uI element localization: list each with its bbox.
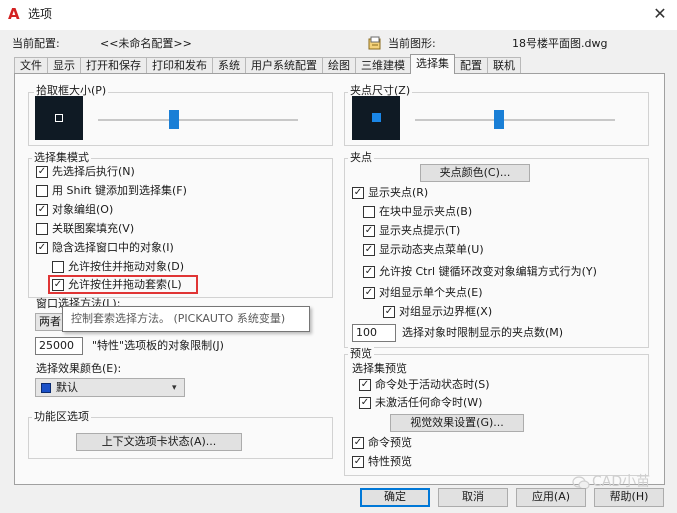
cancel-button[interactable]: 取消 (438, 488, 508, 507)
help-button[interactable]: 帮助(H) (594, 488, 664, 507)
effect-color-select[interactable]: 默认 ▾ (35, 378, 185, 397)
pickbox-slider-thumb[interactable] (169, 110, 179, 129)
current-drawing-value: 18号楼平面图.dwg (512, 37, 608, 50)
checkbox-show-grips[interactable] (352, 187, 364, 199)
contextual-tab-states-button[interactable]: 上下文选项卡状态(A)... (76, 433, 242, 451)
label-command-active: 命令处于活动状态时(S) (375, 378, 490, 391)
checkbox-group-bounding-box[interactable] (383, 306, 395, 318)
label-single-grip-groups: 对组显示单个夹点(E) (379, 286, 483, 299)
grip-size-preview (352, 96, 400, 140)
color-swatch (41, 383, 51, 393)
label-show-grips: 显示夹点(R) (368, 186, 429, 199)
watermark-text: CAD小苗 (592, 474, 651, 490)
label-associative-hatch: 关联图案填充(V) (52, 222, 135, 235)
autocad-logo-icon: A (8, 5, 20, 23)
checkbox-press-drag-lasso[interactable] (52, 279, 64, 291)
chevron-down-icon: ▾ (172, 383, 177, 393)
tab-user-preferences[interactable]: 用户系统配置 (245, 57, 323, 74)
ribbon-options-title: 功能区选项 (32, 410, 91, 424)
close-icon[interactable]: ✕ (650, 4, 670, 24)
checkbox-shift-add[interactable] (36, 185, 48, 197)
tab-3d-modeling[interactable]: 三维建模 (355, 57, 411, 74)
tab-strip: 文件 显示 打开和保存 打印和发布 系统 用户系统配置 绘图 三维建模 选择集 … (14, 54, 521, 74)
checkbox-dynamic-grip-menu[interactable] (363, 244, 375, 256)
checkbox-grips-in-blocks[interactable] (363, 206, 375, 218)
current-drawing-label: 当前图形: (388, 37, 436, 50)
checkbox-command-active[interactable] (359, 379, 371, 391)
grip-colors-button[interactable]: 夹点颜色(C)... (420, 164, 530, 182)
visual-effect-settings-button[interactable]: 视觉效果设置(G)... (390, 414, 524, 432)
tab-selection[interactable]: 选择集 (410, 54, 455, 74)
label-press-drag-lasso: 允许按住并拖动套索(L) (68, 278, 182, 291)
tab-plot-publish[interactable]: 打印和发布 (146, 57, 213, 74)
effect-color-value: 默认 (56, 381, 78, 394)
grip-slider-thumb[interactable] (494, 110, 504, 129)
tab-files[interactable]: 文件 (14, 57, 48, 74)
label-grip-tips: 显示夹点提示(T) (379, 224, 461, 237)
label-ctrl-cycling: 允许按 Ctrl 键循环改变对象编辑方式行为(Y) (379, 265, 597, 278)
label-implied-window: 隐含选择窗口中的对象(I) (52, 241, 174, 254)
grip-limit-input[interactable]: 100 (352, 324, 396, 342)
label-shift-add: 用 Shift 键添加到选择集(F) (52, 184, 187, 197)
checkbox-press-drag-object[interactable] (52, 261, 64, 273)
pickbox-slider-track[interactable] (98, 119, 298, 121)
effect-color-label: 选择效果颜色(E): (36, 362, 122, 375)
object-limit-label: "特性"选项板的对象限制(J) (92, 339, 224, 352)
object-limit-input[interactable]: 25000 (35, 337, 83, 355)
checkbox-single-grip-groups[interactable] (363, 287, 375, 299)
label-no-command: 未激活任何命令时(W) (375, 396, 483, 409)
drawing-file-icon (368, 36, 382, 50)
title-bar (0, 0, 677, 30)
tab-display[interactable]: 显示 (47, 57, 81, 74)
label-dynamic-grip-menu: 显示动态夹点菜单(U) (379, 243, 484, 256)
checkbox-implied-window[interactable] (36, 242, 48, 254)
grip-square-icon (372, 113, 381, 122)
tab-profiles[interactable]: 配置 (454, 57, 488, 74)
checkbox-object-grouping[interactable] (36, 204, 48, 216)
label-press-drag-object: 允许按住并拖动对象(D) (68, 260, 185, 273)
checkbox-property-preview[interactable] (352, 456, 364, 468)
pickbox-preview (35, 96, 83, 140)
apply-button[interactable]: 应用(A) (516, 488, 586, 507)
tab-online[interactable]: 联机 (487, 57, 521, 74)
preview-title: 预览 (348, 347, 374, 361)
pickbox-square-icon (55, 114, 63, 122)
selection-preview-subtitle: 选择集预览 (352, 362, 407, 375)
selection-modes-title: 选择集模式 (32, 151, 91, 165)
grips-title: 夹点 (348, 151, 374, 165)
checkbox-noun-verb[interactable] (36, 166, 48, 178)
window-title: 选项 (28, 7, 53, 21)
checkbox-ctrl-cycling[interactable] (363, 266, 375, 278)
label-command-preview: 命令预览 (368, 436, 412, 449)
current-profile-label: 当前配置: (12, 37, 60, 50)
label-property-preview: 特性预览 (368, 455, 412, 468)
checkbox-no-command[interactable] (359, 397, 371, 409)
ok-button[interactable]: 确定 (360, 488, 430, 507)
checkbox-command-preview[interactable] (352, 437, 364, 449)
lasso-tooltip: 控制套索选择方法。 (PICKAUTO 系统变量) (62, 306, 310, 332)
current-profile-value: <<未命名配置>> (100, 37, 192, 50)
grip-limit-label: 选择对象时限制显示的夹点数(M) (402, 326, 564, 339)
tab-drafting[interactable]: 绘图 (322, 57, 356, 74)
label-group-bounding-box: 对组显示边界框(X) (399, 305, 493, 318)
grip-slider-track[interactable] (415, 119, 615, 121)
tab-open-save[interactable]: 打开和保存 (80, 57, 147, 74)
label-object-grouping: 对象编组(O) (52, 203, 114, 216)
checkbox-associative-hatch[interactable] (36, 223, 48, 235)
tab-system[interactable]: 系统 (212, 57, 246, 74)
label-grips-in-blocks: 在块中显示夹点(B) (379, 205, 473, 218)
checkbox-grip-tips[interactable] (363, 225, 375, 237)
label-noun-verb: 先选择后执行(N) (52, 165, 135, 178)
